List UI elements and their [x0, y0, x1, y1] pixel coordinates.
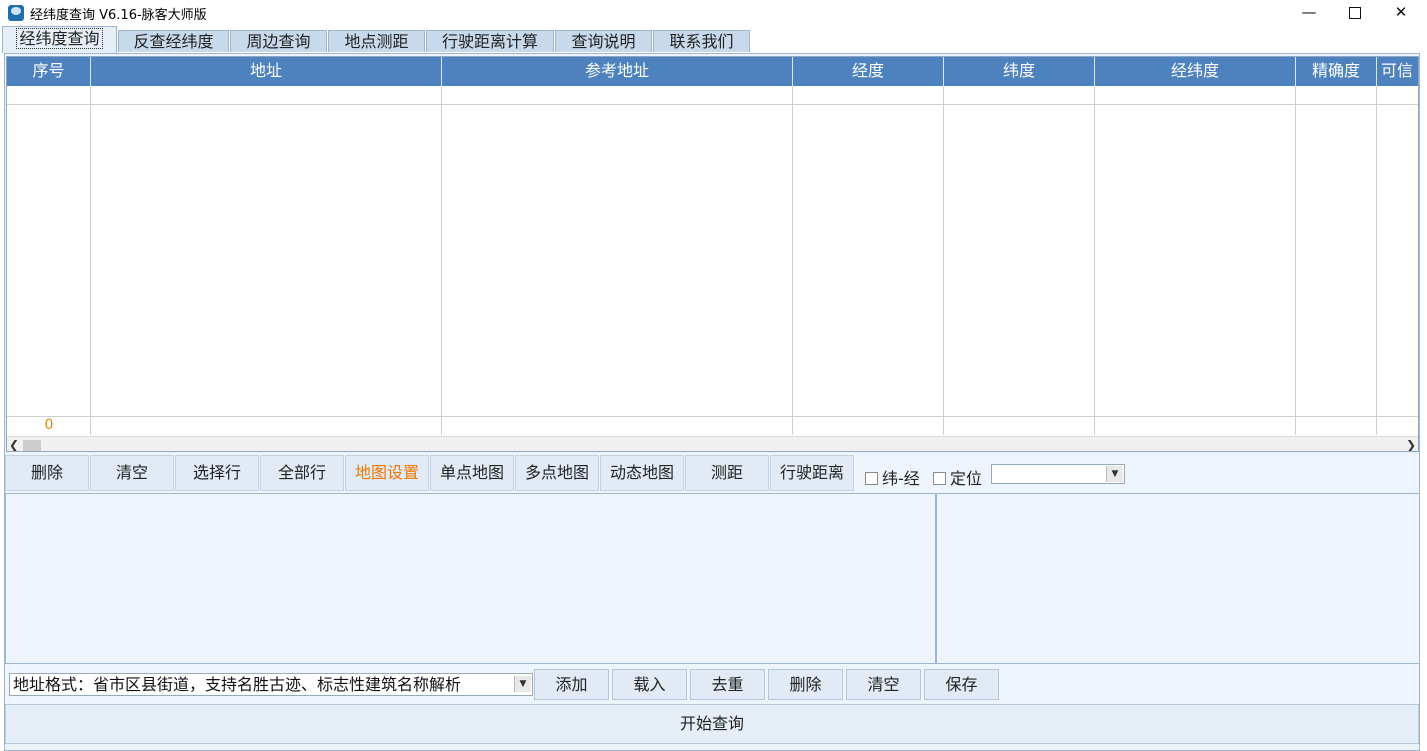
tab-query-help[interactable]: 查询说明: [555, 30, 652, 52]
chevron-down-icon[interactable]: ▼: [514, 676, 531, 692]
minimize-button[interactable]: —: [1286, 0, 1332, 26]
row-count: 0: [44, 417, 54, 433]
map-settings-button[interactable]: 地图设置: [345, 455, 429, 491]
grid-line: [792, 86, 793, 435]
scroll-left-icon[interactable]: ❮: [9, 437, 19, 451]
maximize-button[interactable]: [1332, 0, 1378, 26]
grid-row-line: [7, 104, 1418, 105]
lat-lng-label: 纬-经: [882, 469, 920, 488]
address-row: 地址格式：省市区县街道，支持名胜古迹、标志性建筑名称解析 ▼ 添加 载入 去重 …: [5, 666, 1419, 702]
add-button[interactable]: 添加: [534, 669, 609, 700]
scroll-right-icon[interactable]: ❯: [1406, 437, 1416, 451]
grid-line: [1295, 86, 1296, 435]
tab-coordinate-query[interactable]: 经纬度查询: [2, 26, 117, 53]
dedupe-button[interactable]: 去重: [690, 669, 765, 700]
grid-line: [943, 86, 944, 435]
locate-checkbox[interactable]: 定位: [933, 465, 982, 489]
delete-button[interactable]: 删除: [5, 455, 89, 491]
all-rows-button[interactable]: 全部行: [260, 455, 344, 491]
title-bar: 经纬度查询 V6.16-脉客大师版 — ✕: [0, 0, 1427, 26]
tab-label: 经纬度查询: [16, 28, 103, 49]
grid-header: 序号 地址 参考地址 经度 纬度 经纬度 精确度 可信: [7, 57, 1418, 86]
window-title: 经纬度查询 V6.16-脉客大师版: [30, 8, 207, 23]
address-clear-button[interactable]: 清空: [846, 669, 921, 700]
col-header-longitude[interactable]: 经度: [793, 57, 944, 86]
tab-reverse-geocode[interactable]: 反查经纬度: [118, 30, 229, 52]
col-header-address[interactable]: 地址: [91, 57, 442, 86]
scroll-thumb[interactable]: [23, 440, 41, 451]
lat-lng-checkbox[interactable]: 纬-经: [865, 465, 920, 489]
grid-row-line: [7, 416, 1418, 417]
address-format-combobox[interactable]: 地址格式：省市区县街道，支持名胜古迹、标志性建筑名称解析 ▼: [9, 673, 533, 696]
side-output-area[interactable]: [936, 493, 1420, 664]
tab-place-distance[interactable]: 地点测距: [328, 30, 425, 52]
close-button[interactable]: ✕: [1378, 0, 1424, 26]
address-delete-button[interactable]: 删除: [768, 669, 843, 700]
col-header-confidence[interactable]: 可信: [1377, 57, 1418, 86]
grid-line: [90, 86, 91, 435]
measure-distance-button[interactable]: 测距: [685, 455, 769, 491]
grid-line: [1094, 86, 1095, 435]
window-edge: [1420, 26, 1427, 751]
col-header-ref-address[interactable]: 参考地址: [442, 57, 793, 86]
save-button[interactable]: 保存: [924, 669, 999, 700]
col-header-latitude[interactable]: 纬度: [944, 57, 1095, 86]
grid-line: [1376, 86, 1377, 435]
load-button[interactable]: 载入: [612, 669, 687, 700]
start-query-button[interactable]: 开始查询: [5, 704, 1419, 744]
multi-point-map-button[interactable]: 多点地图: [515, 455, 599, 491]
col-header-index[interactable]: 序号: [7, 57, 91, 86]
grid-line: [441, 86, 442, 435]
maximize-icon: [1349, 6, 1361, 19]
tab-nearby-search[interactable]: 周边查询: [230, 30, 327, 52]
col-header-lat-lng[interactable]: 经纬度: [1095, 57, 1296, 86]
chevron-down-icon[interactable]: ▼: [1106, 466, 1123, 482]
horizontal-scrollbar[interactable]: ❮ ❯: [7, 436, 1418, 451]
dynamic-map-button[interactable]: 动态地图: [600, 455, 684, 491]
driving-distance-button[interactable]: 行驶距离: [770, 455, 854, 491]
single-point-map-button[interactable]: 单点地图: [430, 455, 514, 491]
select-rows-button[interactable]: 选择行: [175, 455, 259, 491]
app-globe-icon: [8, 5, 24, 21]
checkbox-icon: [865, 472, 878, 485]
grid-toolbar: 删除 清空 选择行 全部行 地图设置 单点地图 多点地图 动态地图 测距 行驶距…: [5, 455, 1419, 491]
clear-button[interactable]: 清空: [90, 455, 174, 491]
checkbox-icon: [933, 472, 946, 485]
address-input-area[interactable]: [5, 493, 936, 664]
address-format-text: 地址格式：省市区县街道，支持名胜古迹、标志性建筑名称解析: [13, 675, 462, 694]
tab-contact-us[interactable]: 联系我们: [653, 30, 750, 52]
tab-strip: 经纬度查询 反查经纬度 周边查询 地点测距 行驶距离计算 查询说明 联系我们: [0, 26, 1427, 53]
results-grid[interactable]: 序号 地址 参考地址 经度 纬度 经纬度 精确度 可信 0 ❮ ❯: [6, 56, 1419, 452]
col-header-accuracy[interactable]: 精确度: [1296, 57, 1377, 86]
tab-driving-distance[interactable]: 行驶距离计算: [426, 30, 554, 52]
map-type-dropdown[interactable]: ▼: [991, 464, 1125, 484]
locate-label: 定位: [950, 469, 983, 488]
